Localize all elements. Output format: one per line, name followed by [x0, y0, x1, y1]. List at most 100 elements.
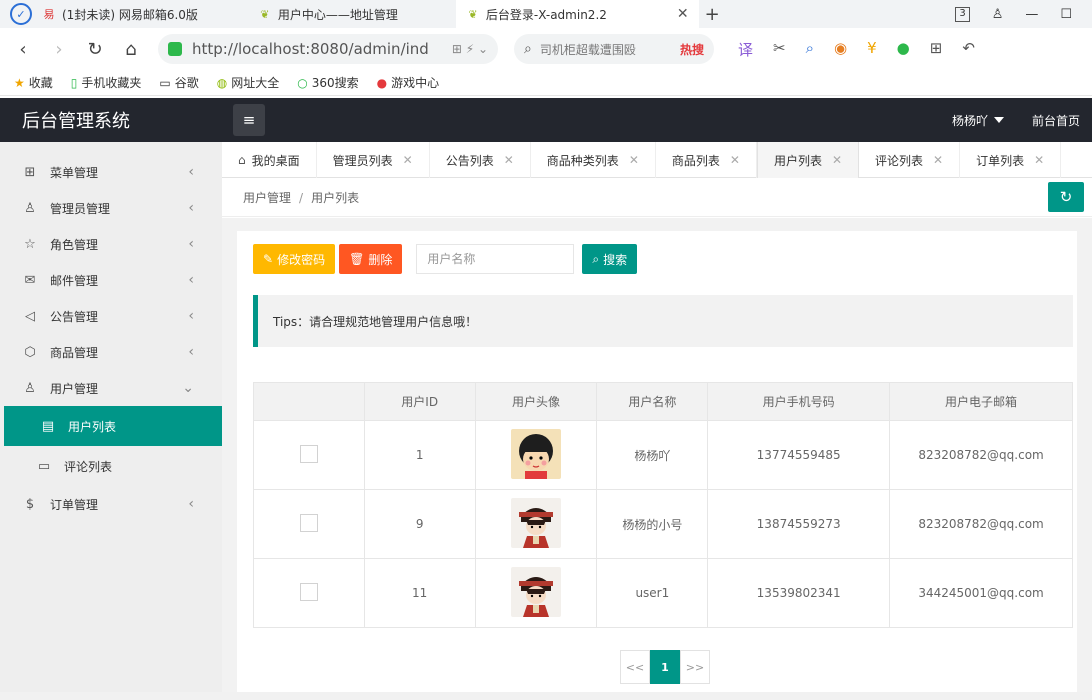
minimize-icon[interactable]: —: [1025, 7, 1038, 22]
user-icon: ♙: [24, 380, 36, 396]
forward-icon[interactable]: ›: [46, 39, 72, 60]
tab-count-badge[interactable]: 3: [955, 6, 970, 22]
browser-logo-icon[interactable]: ✓: [10, 3, 32, 25]
undo-icon[interactable]: ↶: [962, 39, 975, 60]
header-email: 用户电子邮箱: [889, 382, 1073, 421]
close-icon[interactable]: ✕: [832, 153, 842, 167]
table-row: 9 杨杨的小号 13874559273 823208782@qq.com: [253, 489, 1073, 559]
close-icon[interactable]: ✕: [629, 153, 639, 167]
front-page-link[interactable]: 前台首页: [1032, 112, 1080, 129]
row-checkbox[interactable]: [299, 582, 318, 601]
tab-desktop[interactable]: ⌂ 我的桌面: [222, 142, 317, 178]
translate-icon[interactable]: 译: [738, 39, 753, 60]
breadcrumb-parent[interactable]: 用户管理: [243, 189, 291, 206]
refresh-button[interactable]: ↻: [1048, 182, 1084, 212]
sidebar-subitem-comment-list[interactable]: ▭ 评论列表: [0, 446, 222, 486]
header-avatar: 用户头像: [474, 382, 598, 421]
gamepad-icon[interactable]: ◉: [834, 39, 847, 60]
tab-user-list[interactable]: 用户列表 ✕: [756, 142, 860, 178]
sidebar-item-label: 管理员管理: [50, 201, 111, 216]
sidebar-item-menu[interactable]: ⊞ 菜单管理 ‹: [0, 154, 222, 190]
browser-search-placeholder: 司机柜超载遭围殴: [539, 42, 636, 57]
scissors-icon[interactable]: ✂: [773, 39, 786, 60]
close-icon[interactable]: ✕: [677, 6, 689, 22]
close-icon[interactable]: ✕: [403, 153, 413, 167]
user-menu[interactable]: 杨杨吖: [952, 112, 1004, 129]
tab-order-list[interactable]: 订单列表 ✕: [960, 142, 1062, 178]
delete-button[interactable]: 🗑 删除: [339, 244, 403, 274]
bookmark-item[interactable]: ▭ 谷歌: [159, 74, 198, 91]
browser-status-bar: [0, 692, 1092, 700]
next-page-button[interactable]: >>: [680, 650, 710, 684]
sidebar-item-mail[interactable]: ✉ 邮件管理 ‹: [0, 262, 222, 298]
url-tools-icon[interactable]: ⊞ ⚡ ⌄: [452, 42, 488, 56]
user-email-cell: 823208782@qq.com: [889, 489, 1073, 559]
leaf-icon: ❦: [468, 7, 478, 21]
table-toolbar: ✎ 修改密码 🗑 删除 ⌕ 搜索: [253, 244, 638, 274]
user-name-cell: 杨杨吖: [596, 420, 709, 490]
prev-page-button[interactable]: <<: [620, 650, 650, 684]
browser-tab[interactable]: ❦ 用户中心——地址管理: [248, 0, 408, 28]
sidebar-item-admins[interactable]: ♙ 管理员管理 ‹: [0, 190, 222, 226]
close-icon[interactable]: ✕: [1034, 153, 1044, 167]
mail-icon: ✉: [24, 272, 36, 288]
browser-tab-active[interactable]: ❦ 后台登录-X-admin2.2 ✕: [455, 0, 699, 28]
browser-search-box[interactable]: ⌕ 司机柜超载遭围殴 热搜: [514, 34, 714, 64]
user-table: 用户ID 用户头像 用户名称 用户手机号码 用户电子邮箱 1 杨杨吖 13774…: [253, 382, 1073, 628]
close-icon[interactable]: ✕: [730, 153, 740, 167]
sidebar-item-notices[interactable]: ◁ 公告管理 ‹: [0, 298, 222, 334]
coin-icon[interactable]: ¥: [867, 39, 877, 60]
tab-admin-list[interactable]: 管理员列表 ✕: [317, 142, 430, 178]
tab-notice-list[interactable]: 公告列表 ✕: [430, 142, 531, 178]
chevron-left-icon: ‹: [188, 164, 194, 180]
find-icon[interactable]: ⌕: [806, 39, 814, 60]
extension-icon[interactable]: ●: [897, 39, 910, 60]
header-name: 用户名称: [596, 382, 709, 421]
sidebar-item-label: 菜单管理: [50, 165, 99, 180]
bookmark-item[interactable]: ◍ 网址大全: [217, 74, 280, 91]
reload-icon[interactable]: ↻: [82, 39, 108, 60]
browser-tab[interactable]: 易 (1封未读) 网易邮箱6.0版: [32, 0, 208, 28]
star-icon: ☆: [24, 236, 36, 252]
sidebar-item-goods[interactable]: ⬡ 商品管理 ‹: [0, 334, 222, 370]
bookmark-item[interactable]: ○ 360搜索: [297, 74, 358, 91]
cartoon-girl-avatar: [511, 428, 562, 479]
row-checkbox[interactable]: [299, 444, 318, 463]
page-tab-bar: ⌂ 我的桌面 管理员列表 ✕ 公告列表 ✕ 商品种类列表 ✕ 商品列表 ✕ 用户…: [222, 142, 1092, 178]
row-checkbox[interactable]: [299, 513, 318, 532]
sidebar-item-orders[interactable]: $ 订单管理 ‹: [0, 486, 222, 522]
back-icon[interactable]: ‹: [10, 39, 36, 60]
sidebar-subitem-user-list[interactable]: ▤ 用户列表: [4, 406, 222, 446]
trash-icon: 🗑: [349, 252, 365, 266]
address-row: ‹ › ↻ ⌂ http://localhost:8080/admin/ind …: [0, 28, 1092, 70]
bookmark-item[interactable]: ● 游戏中心: [377, 74, 440, 91]
tab-comment-list[interactable]: 评论列表 ✕: [859, 142, 961, 178]
close-icon[interactable]: ✕: [933, 153, 943, 167]
secure-shield-icon: [168, 42, 182, 56]
tab-goods-list[interactable]: 商品列表 ✕: [656, 142, 757, 178]
header-select: [253, 382, 365, 421]
url-bar[interactable]: http://localhost:8080/admin/ind ⊞ ⚡ ⌄: [158, 34, 498, 64]
bookmark-item[interactable]: ★ 收藏: [14, 74, 53, 91]
user-name-search-input[interactable]: [416, 244, 575, 274]
shirt-icon[interactable]: ♙: [992, 7, 1004, 22]
home-icon[interactable]: ⌂: [118, 39, 144, 60]
hot-search-label[interactable]: 热搜: [680, 41, 704, 58]
new-tab-icon[interactable]: +: [705, 4, 720, 25]
speaker-icon: ◁: [25, 308, 35, 324]
change-password-button[interactable]: ✎ 修改密码: [253, 244, 336, 274]
sidebar-item-roles[interactable]: ☆ 角色管理 ‹: [0, 226, 222, 262]
tab-category-list[interactable]: 商品种类列表 ✕: [531, 142, 656, 178]
menu-toggle-icon[interactable]: ≡: [233, 104, 265, 136]
search-button[interactable]: ⌕ 搜索: [582, 244, 638, 274]
select-cell: [253, 420, 365, 490]
bookmark-item[interactable]: ▯ 手机收藏夹: [71, 74, 142, 91]
apps-grid-icon[interactable]: ⊞: [930, 39, 943, 60]
chevron-left-icon: ‹: [188, 496, 194, 512]
close-icon[interactable]: ✕: [504, 153, 514, 167]
page-number-current[interactable]: 1: [650, 650, 680, 684]
user-phone-cell: 13774559485: [707, 420, 891, 490]
avatar-cell: [474, 420, 598, 490]
maximize-icon[interactable]: ☐: [1060, 7, 1072, 22]
sidebar-item-users[interactable]: ♙ 用户管理 ⌄: [0, 370, 222, 406]
